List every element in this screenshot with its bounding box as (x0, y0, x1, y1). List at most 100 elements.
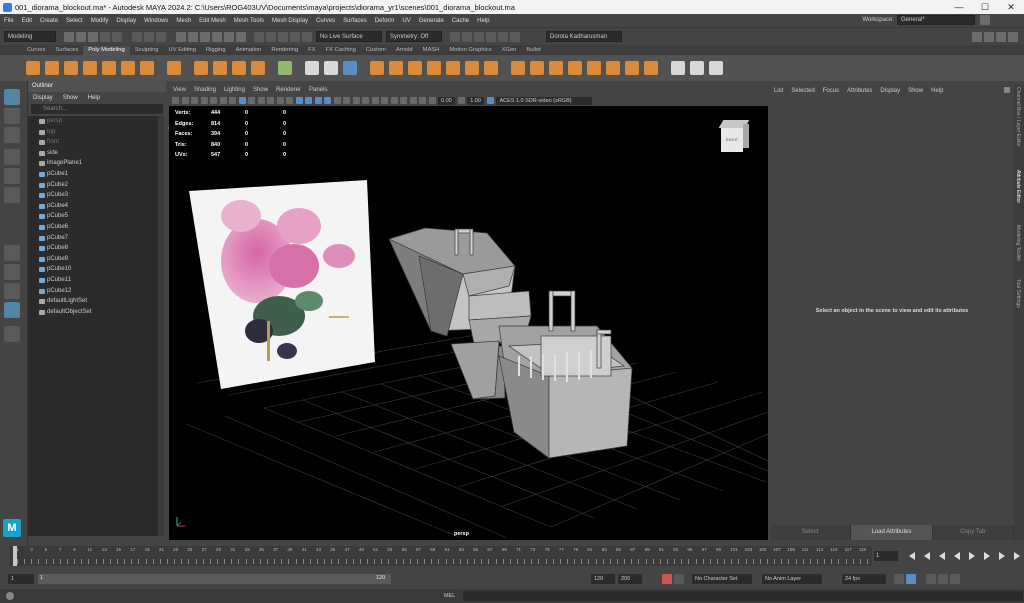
bevel-icon[interactable] (549, 61, 563, 75)
menu-cache[interactable]: Cache (448, 18, 473, 24)
outliner-item[interactable]: top (28, 127, 158, 138)
two-d-pan-zoom-icon[interactable] (219, 97, 227, 104)
target-weld-icon[interactable] (690, 61, 704, 75)
four-view-layout-icon[interactable] (4, 264, 20, 280)
undo-icon[interactable] (100, 31, 110, 42)
select-by-deform-icon[interactable] (224, 31, 234, 42)
anim-layer-dropdown[interactable]: No Anim Layer (762, 574, 822, 584)
viewport-menu-renderer[interactable]: Renderer (272, 87, 305, 93)
load-attributes-button[interactable]: Load Attributes (851, 525, 933, 540)
workspace-dropdown[interactable]: General* (897, 15, 975, 25)
loop-icon[interactable] (894, 574, 904, 584)
symmetry-dropdown[interactable]: Symmetry: Off (386, 31, 442, 42)
outliner-item[interactable]: pCube12 (28, 286, 158, 297)
tool-settings-toggle-icon[interactable] (996, 31, 1006, 42)
shelf-tab-curves[interactable]: Curves (22, 46, 50, 55)
poly-star-icon[interactable] (194, 61, 208, 75)
select-component-icon[interactable] (156, 31, 166, 42)
shelf-tab-animation[interactable]: Animation (231, 46, 267, 55)
new-scene-icon[interactable] (64, 31, 74, 42)
outliner-item[interactable]: pCube5 (28, 211, 158, 222)
playback-end-field[interactable]: 120 (591, 574, 615, 584)
poly-text-icon[interactable] (232, 61, 246, 75)
wireframe-on-shaded-icon[interactable] (314, 97, 322, 104)
outliner-item[interactable]: side (28, 148, 158, 159)
poly-grid-icon[interactable] (278, 61, 292, 75)
menu-file[interactable]: File (0, 18, 18, 24)
outliner-item[interactable]: pCube10 (28, 264, 158, 275)
pause-render-icon[interactable] (510, 31, 520, 42)
film-gate-icon[interactable] (248, 97, 255, 104)
shelf-tab-fx[interactable]: FX (303, 46, 320, 55)
maximize-button[interactable]: ☐ (972, 0, 998, 14)
redo-icon[interactable] (112, 31, 122, 42)
rotate-tool-icon[interactable] (4, 168, 20, 184)
outliner-item[interactable]: defaultLightSet (28, 296, 158, 307)
append-polygon-icon[interactable] (568, 61, 582, 75)
snap-grid-icon[interactable] (254, 31, 264, 42)
multi-cut-icon[interactable] (671, 61, 685, 75)
help-icon[interactable] (6, 592, 14, 600)
shadows-icon[interactable] (343, 97, 350, 104)
go-to-start-icon[interactable] (908, 552, 915, 560)
attribute-menu-attributes[interactable]: Attributes (843, 88, 876, 94)
poly-disc-icon[interactable] (140, 61, 154, 75)
gamma-field[interactable]: 1.00 (467, 96, 484, 105)
single-view-layout-icon[interactable] (4, 245, 20, 261)
outliner-item[interactable]: pCube4 (28, 201, 158, 212)
collapse-icon[interactable] (644, 61, 658, 75)
user-account-dropdown[interactable]: Dorota Kadharusman (546, 31, 622, 42)
merge-icon[interactable] (625, 61, 639, 75)
poly-cube-icon[interactable] (45, 61, 59, 75)
attribute-menu-focus[interactable]: Focus (819, 88, 843, 94)
outliner-item[interactable]: front (28, 137, 158, 148)
grease-pencil-icon[interactable] (229, 97, 236, 104)
outliner-item[interactable]: pCube1 (28, 169, 158, 180)
xray-joints-icon[interactable] (409, 97, 417, 104)
two-view-layout-icon[interactable] (4, 283, 20, 299)
maya-logo-icon[interactable]: M (3, 519, 21, 537)
xray-components-icon[interactable] (419, 97, 426, 104)
paint-select-tool-icon[interactable] (4, 127, 20, 143)
shelf-tab-surfaces[interactable]: Surfaces (50, 46, 83, 55)
poly-svg-icon[interactable] (251, 61, 265, 75)
time-prefs-icon[interactable] (938, 574, 948, 584)
resolution-gate-icon[interactable] (257, 97, 265, 104)
wireframe-icon[interactable] (295, 97, 303, 104)
move-tool-icon[interactable] (4, 149, 20, 165)
viewport-menu-lighting[interactable]: Lighting (220, 87, 249, 93)
render-view-icon[interactable] (498, 31, 508, 42)
depth-of-field-icon[interactable] (381, 97, 388, 104)
menu-deform[interactable]: Deform (371, 18, 399, 24)
lasso-tool-icon[interactable] (4, 108, 20, 124)
textured-icon[interactable] (324, 97, 331, 104)
select-by-dynamic-icon[interactable] (236, 31, 246, 42)
reduce-icon[interactable] (324, 61, 338, 75)
time-slider[interactable]: 1 3 5 7 9 11 13 15 17 19 21 23 25 27 29 31 33 35 37 39 41 43 4… (0, 546, 872, 566)
shelf-tab-rendering[interactable]: Rendering (266, 46, 303, 55)
current-frame-field[interactable]: 1 (874, 551, 898, 561)
outliner-menu-show[interactable]: Show (58, 95, 83, 101)
animation-prefs-icon[interactable] (674, 574, 684, 584)
make-hole-icon[interactable] (606, 61, 620, 75)
poly-sphere-icon[interactable] (26, 61, 40, 75)
outliner-item[interactable]: pCube7 (28, 233, 158, 244)
snap-view-plane-icon[interactable] (290, 31, 300, 42)
viewport-menu-shading[interactable]: Shading (190, 87, 220, 93)
outliner-item[interactable]: pCube2 (28, 180, 158, 191)
play-backwards-icon[interactable] (953, 552, 960, 560)
pin-icon[interactable] (1004, 87, 1010, 93)
anti-aliasing-icon[interactable] (371, 97, 379, 104)
colorspace-dropdown[interactable]: ACES 1.0 SDR-video (sRGB) (496, 96, 593, 105)
use-lights-icon[interactable] (333, 97, 341, 104)
character-set-dropdown[interactable]: No Character Set (692, 574, 752, 584)
step-back-key-icon[interactable] (923, 552, 930, 560)
menu-mesh-display[interactable]: Mesh Display (268, 18, 312, 24)
color-management-icon[interactable] (486, 97, 494, 104)
render-settings-icon[interactable] (474, 31, 484, 42)
connect-icon[interactable] (709, 61, 723, 75)
select-by-surface-icon[interactable] (212, 31, 222, 42)
select-tool-icon[interactable] (4, 89, 20, 105)
menu-curves[interactable]: Curves (312, 18, 339, 24)
shelf-tab-custom[interactable]: Custom (361, 46, 391, 55)
